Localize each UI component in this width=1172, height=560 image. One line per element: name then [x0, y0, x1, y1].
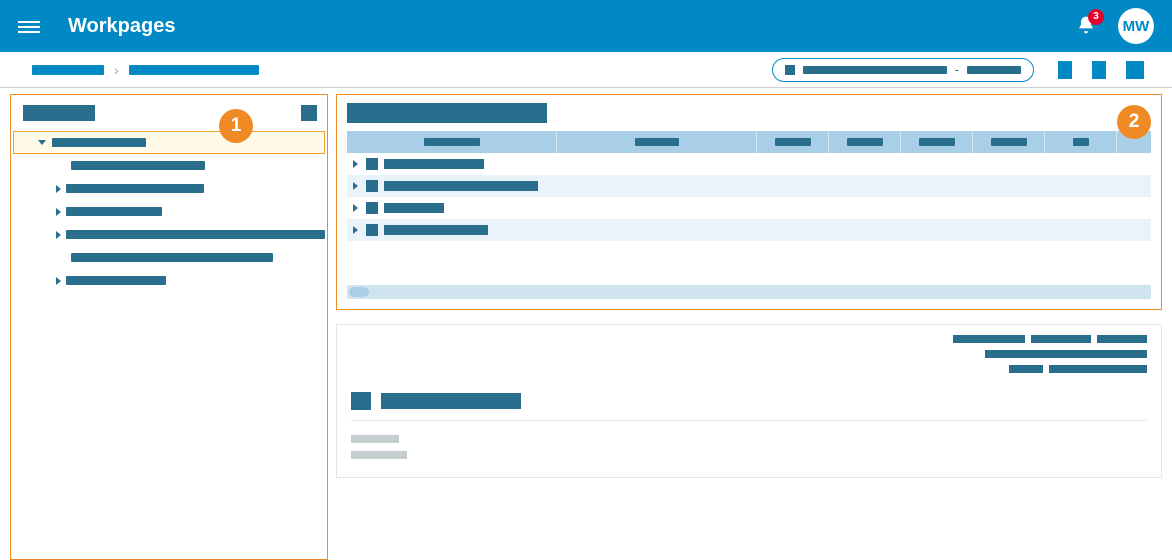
tree-item-0[interactable] [13, 131, 325, 154]
column-header-label [635, 138, 679, 146]
column-header-4[interactable] [901, 131, 973, 153]
column-header-label [919, 138, 955, 146]
filter-text-2 [967, 66, 1021, 74]
column-header-label [991, 138, 1027, 146]
column-header-1[interactable] [557, 131, 757, 153]
hamburger-icon[interactable] [18, 18, 40, 34]
caret-right-icon[interactable] [56, 277, 61, 285]
navigation-tree [11, 131, 327, 292]
notification-badge: 3 [1088, 9, 1104, 25]
tree-item-label [71, 253, 273, 262]
grid-header-row [347, 131, 1151, 153]
tree-item-6[interactable] [13, 269, 325, 292]
meta-text [985, 350, 1147, 358]
tree-item-1[interactable] [13, 154, 325, 177]
meta-text [1097, 335, 1147, 343]
horizontal-scrollbar[interactable] [347, 285, 1151, 299]
grid-title [347, 103, 547, 123]
meta-text [1031, 335, 1091, 343]
breadcrumb-bar: › - [0, 52, 1172, 88]
tree-item-label [66, 207, 162, 216]
chevron-right-icon: › [114, 62, 119, 78]
table-row[interactable] [347, 175, 1151, 197]
caret-down-icon[interactable] [38, 140, 46, 145]
expand-icon[interactable] [353, 182, 358, 190]
row-name-label [384, 203, 444, 213]
app-title: Workpages [68, 15, 175, 38]
toolbar-button-1[interactable] [1058, 61, 1072, 79]
filter-text-1 [803, 66, 947, 74]
column-header-6[interactable] [1045, 131, 1117, 153]
tree-item-label [52, 138, 146, 147]
row-status-icon [366, 224, 378, 236]
row-status-icon [366, 180, 378, 192]
sidebar-action-button[interactable] [301, 105, 317, 121]
notifications-button[interactable]: 3 [1076, 15, 1096, 38]
column-header-5[interactable] [973, 131, 1045, 153]
caret-right-icon[interactable] [56, 185, 61, 193]
tree-item-3[interactable] [13, 200, 325, 223]
user-avatar[interactable]: MW [1118, 8, 1154, 44]
filter-pill[interactable]: - [772, 58, 1034, 82]
row-name-label [384, 159, 484, 169]
sidebar-header [11, 103, 327, 131]
tree-item-4[interactable] [13, 223, 325, 246]
main-area: 1 2 [0, 88, 1172, 560]
breadcrumb-item-1[interactable] [32, 65, 104, 75]
expand-icon[interactable] [353, 160, 358, 168]
meta-text [953, 335, 1025, 343]
callout-badge-2: 2 [1117, 105, 1151, 139]
table-row[interactable] [347, 197, 1151, 219]
detail-body [351, 420, 1147, 459]
sidebar-title [23, 105, 95, 121]
meta-text [1049, 365, 1147, 373]
toolbar-button-3[interactable] [1126, 61, 1144, 79]
detail-icon [351, 392, 371, 410]
row-status-icon [366, 158, 378, 170]
tree-item-label [71, 161, 205, 170]
row-status-icon [366, 202, 378, 214]
detail-text-line [351, 435, 399, 443]
row-name-label [384, 181, 538, 191]
tree-item-5[interactable] [13, 246, 325, 269]
scrollbar-thumb[interactable] [349, 287, 369, 297]
expand-icon[interactable] [353, 204, 358, 212]
tree-item-label [66, 276, 166, 285]
caret-right-icon[interactable] [56, 231, 61, 239]
expand-icon[interactable] [353, 226, 358, 234]
table-row[interactable] [347, 219, 1151, 241]
tree-item-label [66, 230, 325, 239]
column-header-0[interactable] [347, 131, 557, 153]
detail-title-row [351, 392, 1147, 410]
breadcrumb-item-2[interactable] [129, 65, 259, 75]
column-header-3[interactable] [829, 131, 901, 153]
column-header-2[interactable] [757, 131, 829, 153]
callout-badge-1: 1 [219, 109, 253, 143]
grid-panel: 2 [336, 94, 1162, 310]
row-name-label [384, 225, 488, 235]
column-header-label [1073, 138, 1089, 146]
tree-item-label [66, 184, 204, 193]
meta-text [1009, 365, 1043, 373]
tree-item-2[interactable] [13, 177, 325, 200]
toolbar-button-2[interactable] [1092, 61, 1106, 79]
detail-panel [336, 324, 1162, 478]
grid-body [347, 153, 1151, 241]
top-bar: Workpages 3 MW [0, 0, 1172, 52]
caret-right-icon[interactable] [56, 208, 61, 216]
table-row[interactable] [347, 153, 1151, 175]
detail-text-line [351, 451, 407, 459]
detail-meta [947, 335, 1147, 380]
column-header-label [424, 138, 480, 146]
detail-title [381, 393, 521, 409]
sidebar-panel: 1 [10, 94, 328, 560]
column-header-label [775, 138, 811, 146]
column-header-label [847, 138, 883, 146]
filter-icon [785, 65, 795, 75]
content-area: 2 [336, 94, 1162, 560]
